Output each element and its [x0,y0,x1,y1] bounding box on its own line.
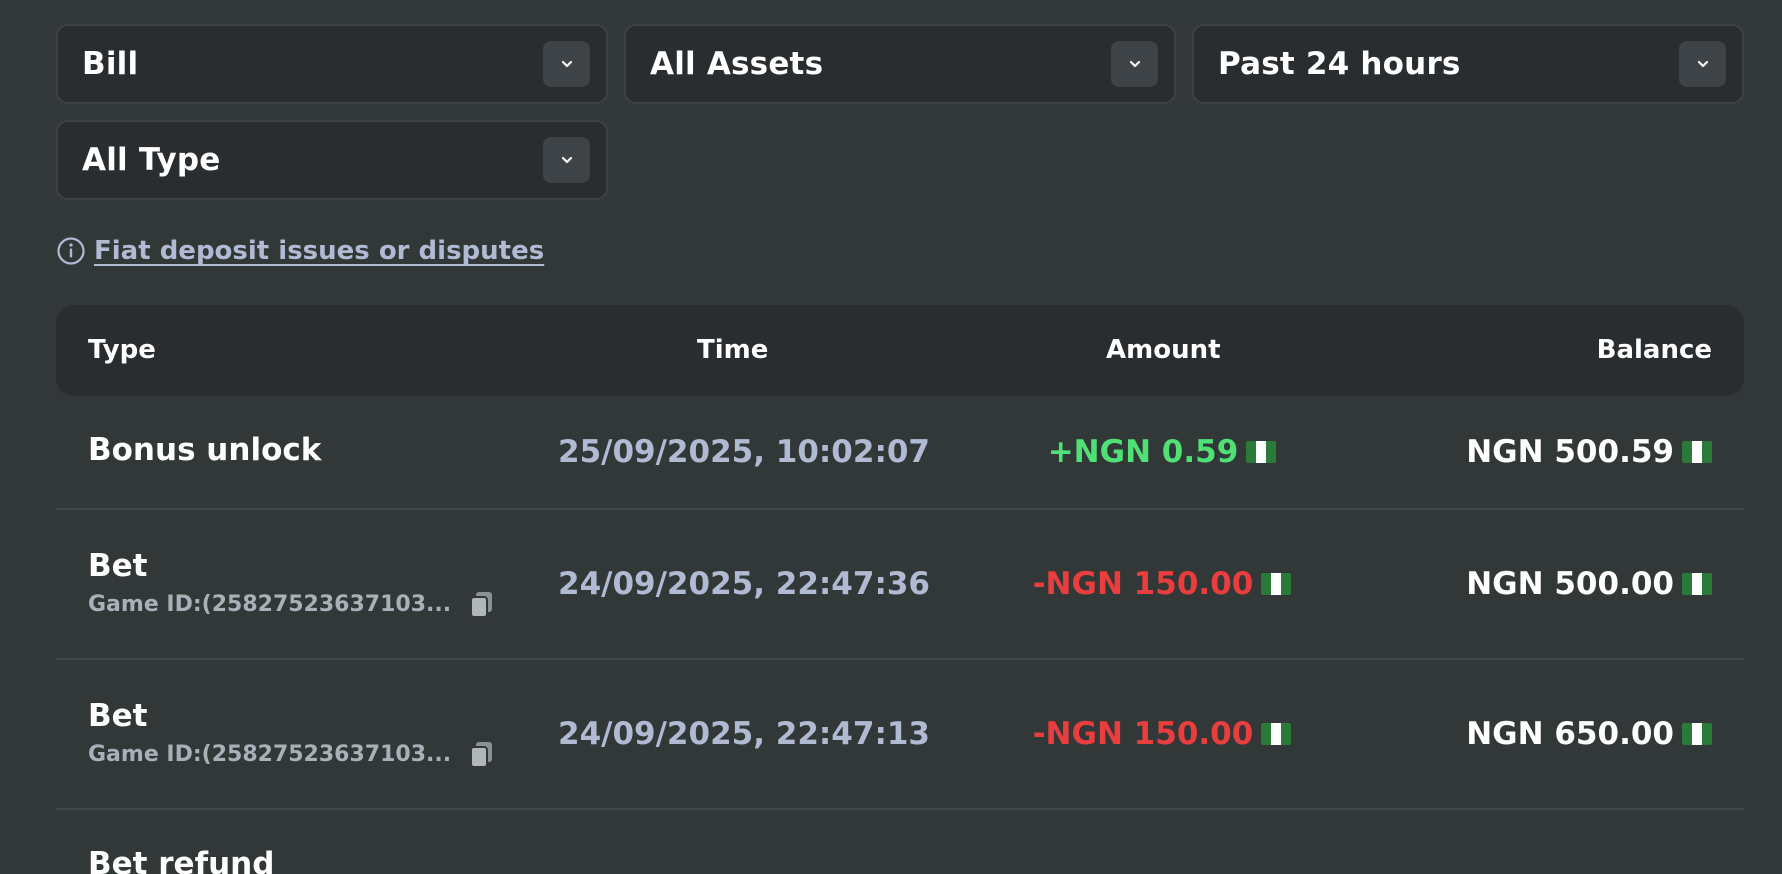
row-balance: NGN 500.59 [1466,434,1674,470]
header-amount: Amount [1106,335,1221,365]
row-amount-cell: -NGN 150.00 [982,566,1342,602]
row-balance: NGN 500.00 [1466,566,1674,602]
row-type-cell: Bet Game ID:(25827523637103... [88,698,495,768]
row-type: Bet [88,548,148,584]
row-type: Bonus unlock [88,432,322,468]
chevron-down-icon[interactable] [543,137,590,183]
nigeria-flag-icon [1261,573,1292,595]
table-row[interactable]: Bet Game ID:(25827523637103... 24/09/202… [56,660,1744,810]
row-amount: +NGN 0.59 [1047,434,1239,470]
chevron-down-icon[interactable] [543,41,590,87]
type-select[interactable]: All Type [56,120,608,200]
row-type-cell: Bet refund [88,846,274,874]
assets-select-value: All Assets [650,46,824,82]
period-select-value: Past 24 hours [1218,46,1461,82]
bill-select[interactable]: Bill [56,24,608,104]
transactions-page: Bill All Assets Past 24 hours All Type F… [0,0,1782,874]
game-id: Game ID:(25827523637103... [88,740,495,768]
header-type: Type [88,335,156,365]
chevron-down-icon[interactable] [1679,41,1726,87]
game-id-text: Game ID:(25827523637103... [88,591,452,617]
row-balance: NGN 650.00 [1466,716,1674,752]
info-icon [57,237,85,265]
row-type-cell: Bet Game ID:(25827523637103... [88,548,495,618]
copy-icon[interactable] [469,740,495,768]
row-balance-cell: NGN 500.00 [1466,566,1712,602]
game-id-text: Game ID:(25827523637103... [88,741,452,767]
row-balance-cell: NGN 500.59 [1466,434,1712,470]
table-row[interactable]: Bet refund [56,810,1744,874]
table-header: Type Time Amount Balance [56,305,1744,396]
bill-select-value: Bill [82,46,139,82]
fiat-dispute-link[interactable]: Fiat deposit issues or disputes [94,236,544,266]
row-type: Bet [88,698,148,734]
period-select[interactable]: Past 24 hours [1192,24,1744,104]
row-time: 25/09/2025, 10:02:07 [558,434,930,470]
assets-select[interactable]: All Assets [624,24,1176,104]
row-amount: -NGN 150.00 [1032,716,1254,752]
dispute-notice: Fiat deposit issues or disputes [56,236,544,266]
row-amount-cell: -NGN 150.00 [982,716,1342,752]
table-row[interactable]: Bet Game ID:(25827523637103... 24/09/202… [56,510,1744,660]
chevron-down-icon[interactable] [1111,41,1158,87]
nigeria-flag-icon [1261,723,1292,745]
copy-icon[interactable] [469,590,495,618]
type-select-value: All Type [82,142,221,178]
row-amount-cell: +NGN 0.59 [982,434,1342,470]
nigeria-flag-icon [1682,441,1712,463]
game-id: Game ID:(25827523637103... [88,590,495,618]
header-time: Time [697,335,769,365]
header-balance: Balance [1596,335,1712,365]
row-balance-cell: NGN 650.00 [1466,716,1712,752]
table-row[interactable]: Bonus unlock 25/09/2025, 10:02:07 +NGN 0… [56,398,1744,510]
row-amount: -NGN 150.00 [1032,566,1254,602]
nigeria-flag-icon [1682,723,1712,745]
row-type-cell: Bonus unlock [88,432,321,468]
row-type: Bet refund [88,846,275,874]
nigeria-flag-icon [1682,573,1712,595]
nigeria-flag-icon [1246,441,1277,463]
row-time: 24/09/2025, 22:47:36 [558,566,930,602]
row-time: 24/09/2025, 22:47:13 [558,716,930,752]
